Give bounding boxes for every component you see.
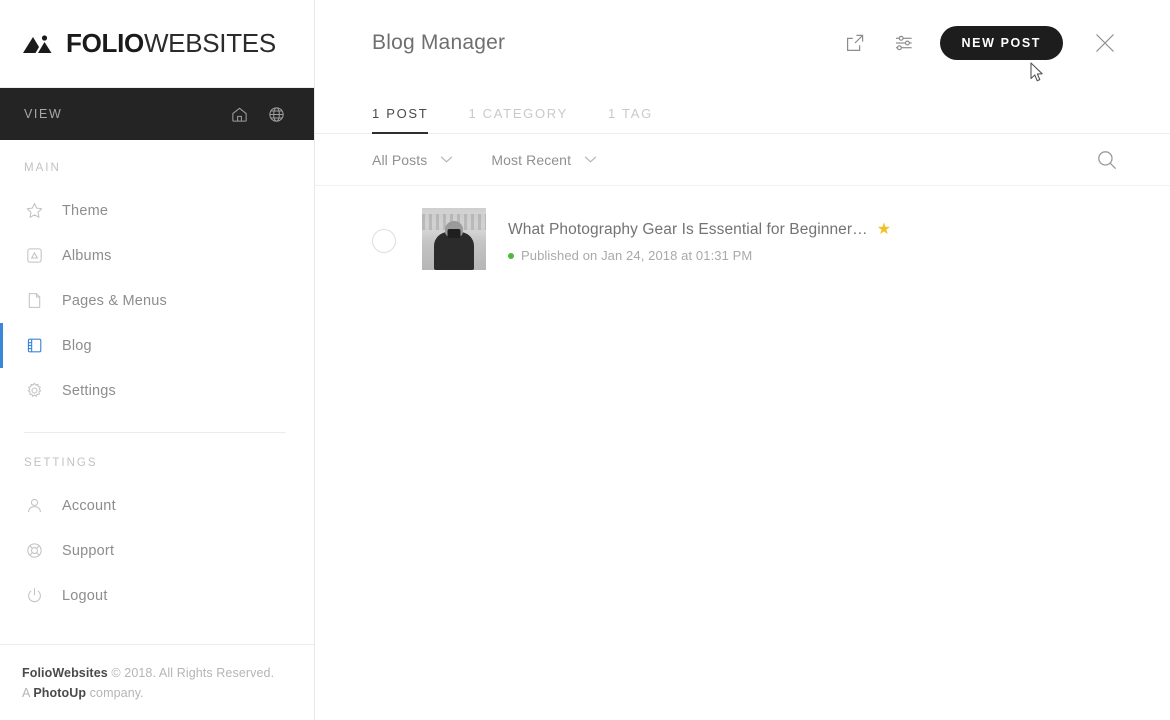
home-icon[interactable] [230,105,249,124]
sidebar-item-pages-menus[interactable]: Pages & Menus [0,278,314,323]
sidebar-item-label: Blog [62,337,92,354]
brand-title-light: WEBSITES [143,28,276,58]
post-select-checkbox[interactable] [372,229,396,253]
lifebuoy-icon [24,540,45,561]
footer-company-name: PhotoUp [33,685,87,700]
filter-all-posts[interactable]: All Posts [372,151,453,169]
brand-title-bold: FOLIO [66,28,144,58]
app-root: FOLIOWEBSITES VIEW MAIN Theme Albums Pag… [0,0,1170,720]
status-badge [508,252,514,259]
brand-title: FOLIOWEBSITES [66,28,276,59]
tab-categories[interactable]: 1 CATEGORY [468,106,568,133]
post-title-row: What Photography Gear Is Essential for B… [508,221,891,239]
main-panel: Blog Manager NEW POST 1 POST 1 CATEGORY … [315,0,1170,720]
sidebar-item-label: Theme [62,202,109,219]
sidebar-nav: MAIN Theme Albums Pages & Menus Blog Set… [0,140,314,644]
sidebar: FOLIOWEBSITES VIEW MAIN Theme Albums Pag… [0,0,315,720]
sidebar-item-account[interactable]: Account [0,483,314,528]
tab-tags[interactable]: 1 TAG [608,106,653,133]
view-label: VIEW [24,107,63,121]
sidebar-item-label: Logout [62,587,108,604]
sidebar-item-theme[interactable]: Theme [0,188,314,233]
tab-bar: 1 POST 1 CATEGORY 1 TAG [315,86,1170,134]
mountain-logo-icon [22,33,56,55]
footer-company-suffix: company. [86,685,144,700]
sliders-icon[interactable] [891,30,917,56]
view-bar-icons [230,105,286,124]
filter-all-posts-label: All Posts [372,151,428,168]
tab-posts[interactable]: 1 POST [372,106,429,134]
sidebar-item-label: Albums [62,247,112,264]
sidebar-section-label-main: MAIN [24,162,61,174]
view-bar: VIEW [0,88,314,140]
top-actions: NEW POST [842,26,1120,60]
brand-logo[interactable]: FOLIOWEBSITES [0,0,314,88]
page-icon [24,290,45,311]
footer-copyright: FolioWebsites © 2018. All Rights Reserve… [22,666,314,680]
external-link-icon[interactable] [842,30,868,56]
top-bar: Blog Manager NEW POST [315,0,1170,86]
sidebar-footer: FolioWebsites © 2018. All Rights Reserve… [0,644,314,720]
star-icon [24,200,45,221]
post-meta: Published on Jan 24, 2018 at 01:31 PM [508,248,891,263]
gear-icon [24,380,45,401]
power-icon [24,585,45,606]
filter-group: All Posts Most Recent [372,151,597,169]
chevron-down-icon [584,151,597,169]
close-icon[interactable] [1090,28,1120,58]
footer-company-prefix: A [22,685,34,700]
sidebar-section-settings: SETTINGS Account Support Logout [0,457,314,618]
sidebar-item-label: Pages & Menus [62,292,167,309]
sidebar-item-label: Settings [62,382,116,399]
chevron-down-icon [440,151,453,169]
sidebar-divider [24,432,286,433]
list-item[interactable]: What Photography Gear Is Essential for B… [372,208,1120,270]
albums-icon [24,245,45,266]
blog-icon [24,335,45,356]
sidebar-section-main: MAIN Theme Albums Pages & Menus Blog Set… [0,162,314,413]
page-title: Blog Manager [372,31,506,54]
sidebar-item-label: Support [62,542,115,559]
thumb-camera [447,229,461,238]
footer-copyright-text: © 2018. All Rights Reserved. [107,665,275,680]
post-thumbnail-photographer[interactable] [422,208,486,270]
globe-icon[interactable] [267,105,286,124]
footer-brand: FolioWebsites [22,665,108,680]
sidebar-item-logout[interactable]: Logout [0,573,314,618]
sidebar-item-blog[interactable]: Blog [0,323,314,368]
new-post-button[interactable]: NEW POST [939,26,1063,60]
post-title[interactable]: What Photography Gear Is Essential for B… [508,221,868,239]
sidebar-item-label: Account [62,497,116,514]
star-icon[interactable]: ★ [877,222,891,238]
search-icon[interactable] [1094,147,1120,173]
filter-sort-label: Most Recent [491,151,572,168]
post-body: What Photography Gear Is Essential for B… [508,208,891,263]
footer-company: A PhotoUp company. [22,686,314,700]
filter-sort-most-recent[interactable]: Most Recent [491,151,597,169]
user-icon [24,495,45,516]
sidebar-item-settings[interactable]: Settings [0,368,314,413]
sidebar-item-albums[interactable]: Albums [0,233,314,278]
sidebar-item-support[interactable]: Support [0,528,314,573]
post-list: What Photography Gear Is Essential for B… [315,186,1170,270]
post-status-text: Published on Jan 24, 2018 at 01:31 PM [521,248,753,263]
sidebar-section-label-settings: SETTINGS [24,457,98,469]
filter-bar: All Posts Most Recent [315,134,1170,186]
